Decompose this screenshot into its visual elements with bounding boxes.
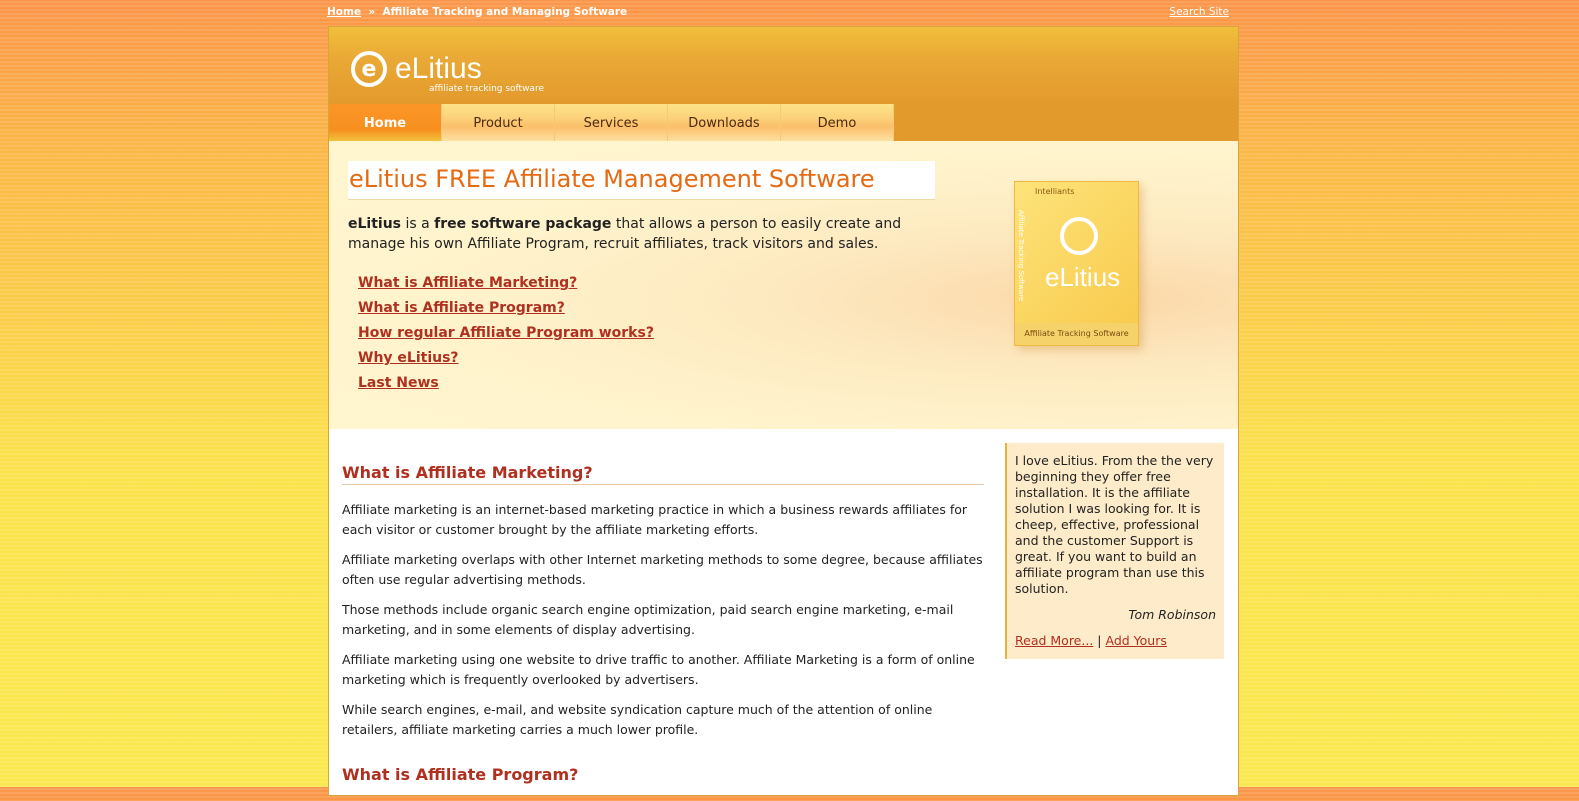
link-what-is-affiliate-marketing[interactable]: What is Affiliate Marketing? — [358, 271, 654, 296]
logo-tagline: affiliate tracking software — [429, 84, 544, 94]
paragraph: While search engines, e-mail, and websit… — [342, 702, 933, 737]
link-separator: | — [1097, 633, 1102, 648]
intro-text: eLitius is a free software package that … — [348, 214, 928, 254]
link-why-elitius[interactable]: Why eLitius? — [358, 346, 654, 371]
nav-product[interactable]: Product — [442, 104, 555, 141]
nav-services[interactable]: Services — [555, 104, 668, 141]
intro-bold: free software package — [434, 216, 612, 232]
header: e eLitius affiliate tracking software — [329, 27, 1238, 104]
link-how-program-works[interactable]: How regular Affiliate Program works? — [358, 321, 654, 346]
read-more-link[interactable]: Read More... — [1015, 633, 1093, 648]
box-logo-icon — [1060, 217, 1098, 255]
nav-downloads[interactable]: Downloads — [668, 104, 781, 141]
logo-icon: e — [351, 51, 387, 87]
box-brand: Intelliants — [1035, 187, 1075, 196]
top-bar: Home » Affiliate Tracking and Managing S… — [327, 0, 1229, 26]
nav-home[interactable]: Home — [329, 104, 442, 141]
search-site-link[interactable]: Search Site — [1169, 6, 1229, 18]
page-title: eLitius FREE Affiliate Management Softwa… — [348, 161, 935, 200]
main-nav: Home Product Services Downloads Demo — [329, 104, 1238, 141]
box-foot-text: Affiliate Tracking Software — [1015, 323, 1138, 345]
breadcrumb-current: Affiliate Tracking and Managing Software — [382, 6, 628, 18]
testimonial: I love eLitius. From the the very beginn… — [1005, 443, 1224, 659]
breadcrumb-separator: » — [368, 6, 376, 18]
testimonial-author: Tom Robinson — [1128, 607, 1216, 622]
hero-links: What is Affiliate Marketing? What is Aff… — [358, 271, 654, 396]
link-last-news[interactable]: Last News — [358, 371, 654, 396]
box-name: eLitius — [1045, 262, 1121, 292]
paragraph: Affiliate marketing overlaps with other … — [342, 552, 983, 587]
link-what-is-affiliate-program[interactable]: What is Affiliate Program? — [358, 296, 654, 321]
section-heading-2: What is Affiliate Program? — [342, 765, 579, 784]
breadcrumb-home-link[interactable]: Home — [327, 6, 361, 18]
product-box-image: Intelliants Affiliate Tracking Software … — [1014, 181, 1139, 346]
nav-demo[interactable]: Demo — [781, 104, 894, 141]
paragraph: Affiliate marketing is an internet-based… — [342, 502, 968, 537]
intro-brand: eLitius — [348, 216, 402, 232]
paragraph: Those methods include organic search eng… — [342, 602, 954, 637]
paragraph: Affiliate marketing using one website to… — [342, 652, 975, 687]
testimonial-text: I love eLitius. From the the very beginn… — [1015, 453, 1214, 596]
main-content: What is Affiliate Marketing? Affiliate m… — [342, 463, 984, 801]
section-heading: What is Affiliate Marketing? — [342, 463, 984, 485]
add-yours-link[interactable]: Add Yours — [1105, 633, 1166, 648]
breadcrumb: Home » Affiliate Tracking and Managing S… — [327, 6, 627, 18]
box-side-text: Affiliate Tracking Software — [1017, 210, 1025, 302]
page-container: e eLitius affiliate tracking software Ho… — [328, 26, 1239, 796]
intro-mid: is a — [401, 216, 435, 232]
hero: eLitius FREE Affiliate Management Softwa… — [329, 141, 1238, 429]
logo[interactable]: e eLitius — [351, 51, 482, 87]
logo-name: eLitius — [395, 52, 482, 85]
